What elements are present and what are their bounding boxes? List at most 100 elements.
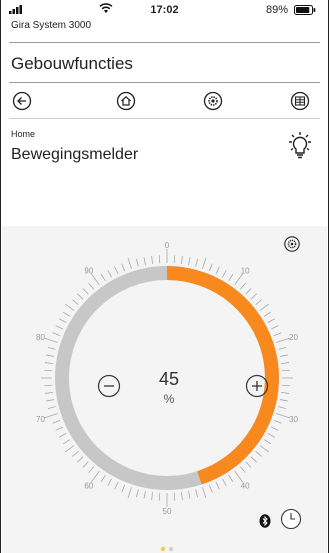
bluetooth-icon xyxy=(259,514,271,528)
dial-tick xyxy=(71,450,79,457)
dial-tick xyxy=(158,492,161,501)
dial-tick-label: 10 xyxy=(241,266,250,275)
dial-tick xyxy=(64,445,75,453)
dial-tick xyxy=(281,369,290,372)
status-bar: 17:02 89% xyxy=(1,0,328,20)
dial-tick xyxy=(52,419,61,424)
dial-tick xyxy=(55,325,64,330)
dial-tick xyxy=(64,303,75,311)
dial-tick xyxy=(273,419,282,424)
breadcrumb: Home xyxy=(11,129,36,139)
dial-tick xyxy=(44,384,53,387)
divider xyxy=(9,82,320,83)
dial-tick xyxy=(46,354,55,357)
dial-tick xyxy=(263,439,272,445)
dial-tick-label: 70 xyxy=(36,415,45,424)
dial-unit: % xyxy=(163,392,175,406)
home-button[interactable] xyxy=(116,91,136,111)
dial-tick xyxy=(276,337,290,343)
dial-tick xyxy=(281,362,290,364)
dial-tick xyxy=(59,433,67,438)
dial-tick xyxy=(181,255,183,264)
back-arrow-icon xyxy=(12,91,32,111)
dial-tick xyxy=(88,466,95,474)
dial-tick xyxy=(270,325,279,330)
timer-button[interactable] xyxy=(280,508,302,530)
dial-tick xyxy=(188,490,191,499)
dial-tick xyxy=(46,399,55,402)
light-toggle-button[interactable] xyxy=(285,130,315,162)
dial-tick xyxy=(121,263,126,272)
dial-tick xyxy=(273,332,282,337)
device-header xyxy=(2,120,327,226)
dial-tick xyxy=(82,461,89,468)
dial-tick-label: 20 xyxy=(289,333,298,342)
dial-tick xyxy=(143,490,146,499)
dial-tick xyxy=(158,255,161,264)
light-bulb-icon xyxy=(289,132,311,159)
functions-button[interactable] xyxy=(203,91,223,111)
dial-tick xyxy=(88,282,95,290)
divider xyxy=(9,42,320,43)
dial-tick xyxy=(143,257,146,266)
dial-tick xyxy=(245,288,252,295)
dial-tick xyxy=(278,347,287,350)
dial-tick xyxy=(52,332,61,337)
dial-tick xyxy=(71,299,79,306)
dial-tick xyxy=(77,293,84,300)
battery-icon xyxy=(294,5,316,15)
dial-tick xyxy=(55,426,64,431)
dial-tick xyxy=(173,492,176,501)
dial-tick xyxy=(239,466,246,474)
dial-tick xyxy=(245,461,252,468)
dial-tick xyxy=(239,282,246,290)
dial-tick xyxy=(151,492,153,501)
dial-tick xyxy=(181,492,183,501)
grid-button[interactable] xyxy=(290,91,310,111)
dial-tick xyxy=(215,481,220,490)
home-icon xyxy=(116,91,136,111)
dial-tick xyxy=(173,255,176,264)
dial-tick xyxy=(228,474,234,483)
dial-tick xyxy=(259,303,270,311)
decrease-button[interactable] xyxy=(97,374,121,398)
dial-tick xyxy=(228,273,234,282)
dial-tick xyxy=(255,299,263,306)
dial-tick xyxy=(107,270,112,278)
dial-tick xyxy=(222,270,227,278)
dial-tick-label: 50 xyxy=(163,507,172,516)
dial-tick xyxy=(278,406,287,409)
dial-tick xyxy=(276,413,290,419)
grid-icon xyxy=(290,91,310,111)
dial-tick xyxy=(44,413,58,419)
minus-circle-icon xyxy=(97,374,121,398)
dial-tick xyxy=(279,399,288,402)
dial-tick xyxy=(267,433,275,438)
dial-tick xyxy=(44,337,58,343)
dial-tick xyxy=(281,392,290,394)
dial-tick xyxy=(270,426,279,431)
divider xyxy=(9,118,320,119)
dial-tick xyxy=(100,273,106,282)
app-frame: 17:02 89% Gira System 3000 Gebouwfunctie… xyxy=(0,0,329,553)
dial-tick xyxy=(208,263,213,272)
dial-tick xyxy=(77,456,84,463)
dial-tick xyxy=(47,406,56,409)
dial-tick xyxy=(279,354,288,357)
increase-button[interactable] xyxy=(245,374,269,398)
dial-tick xyxy=(136,489,139,498)
gear-icon xyxy=(203,91,223,111)
page-title: Gebouwfuncties xyxy=(11,54,133,73)
dial-tick xyxy=(281,384,290,387)
dial-tick xyxy=(114,481,119,490)
dial-tick xyxy=(44,392,53,394)
dial-tick xyxy=(263,311,272,317)
dial-tick xyxy=(259,445,270,453)
dial-tick xyxy=(250,456,257,463)
dial-tick-label: 0 xyxy=(165,241,170,250)
dial-tick-label: 80 xyxy=(36,333,45,342)
dial-tick xyxy=(208,484,213,493)
dial-tick xyxy=(62,439,71,445)
dial-tick xyxy=(222,478,227,486)
back-button[interactable] xyxy=(12,91,32,111)
